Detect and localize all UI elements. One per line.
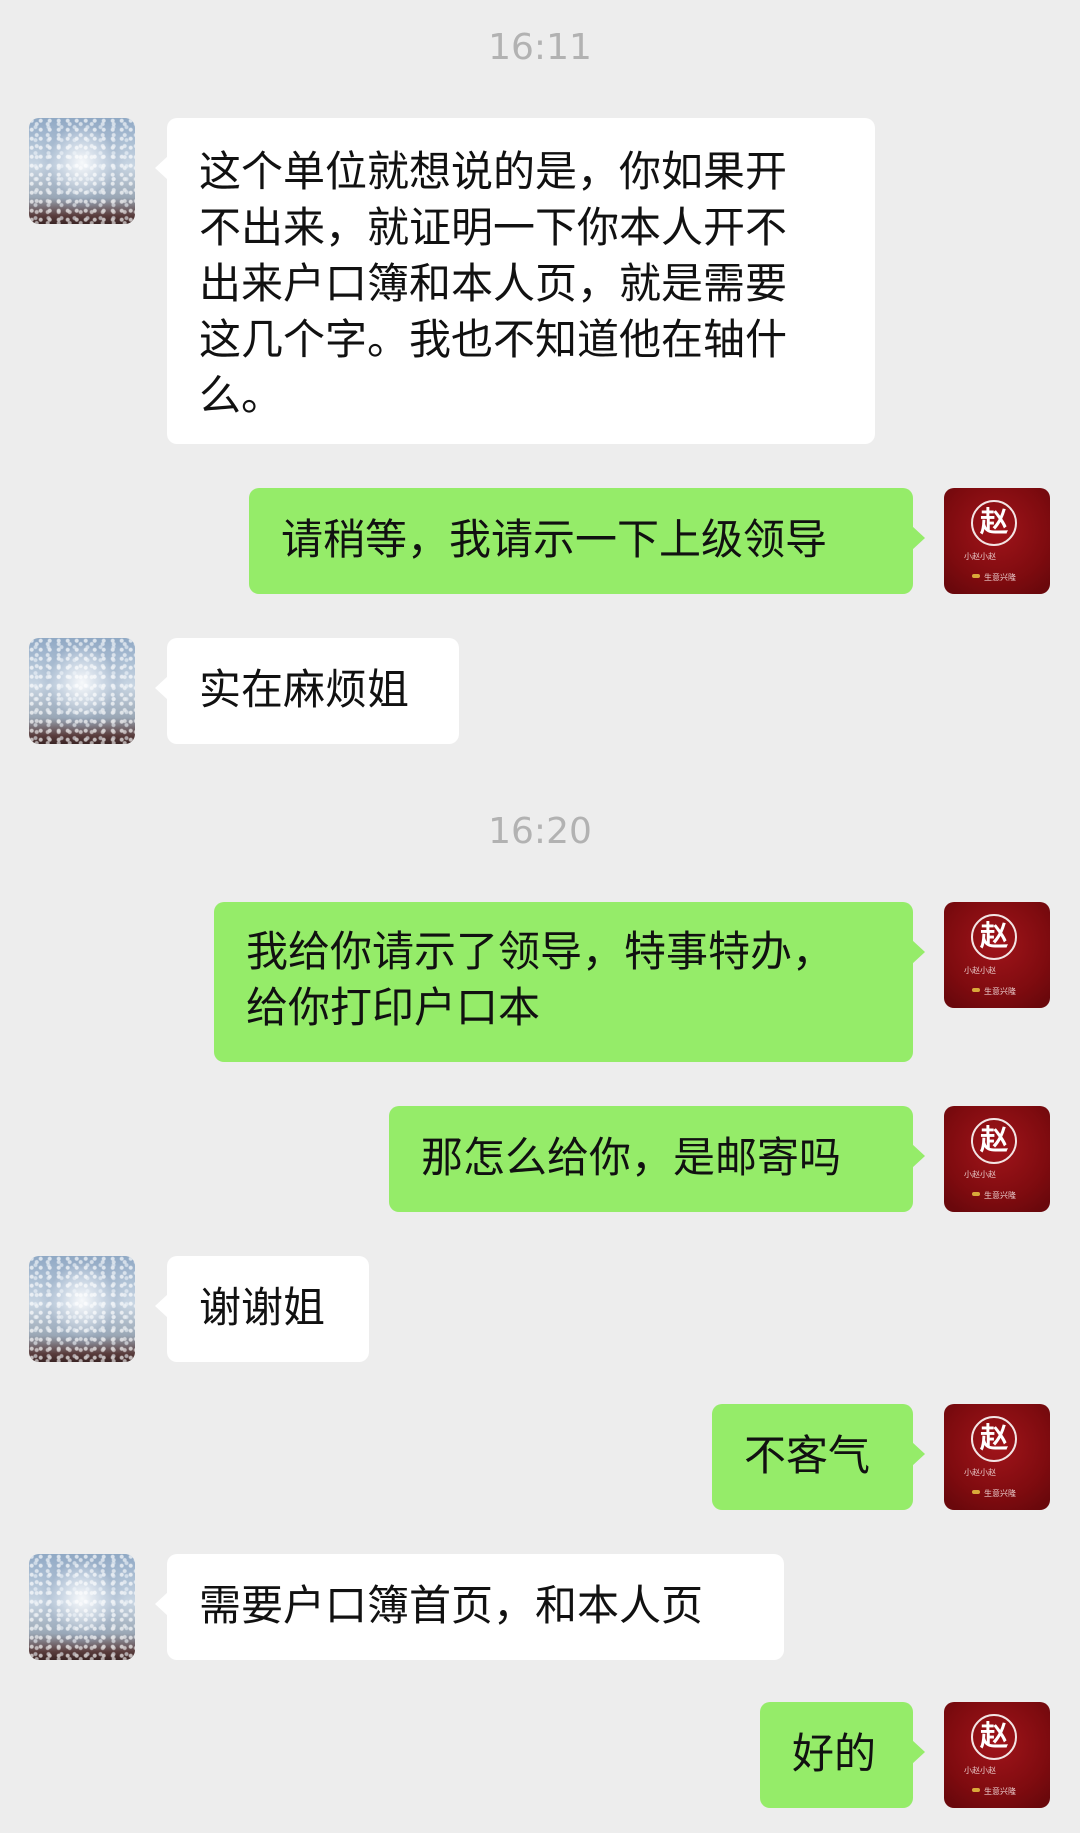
message-bubble-sent[interactable]: 我给你请示了领导，特事特办， 给你打印户口本 (214, 902, 925, 1062)
contact-avatar[interactable] (29, 1554, 135, 1660)
message-text: 请稍等，我请示一下上级领导 (281, 515, 828, 564)
message-text: 实在麻烦姐 (199, 665, 410, 714)
seal-character: 赵 (979, 1719, 1008, 1752)
seal-small-text: 小赵小赵 (964, 1468, 996, 1477)
contact-avatar[interactable] (29, 118, 135, 224)
message-bubble-received[interactable]: 需要户口簿首页，和本人页 (155, 1554, 784, 1660)
seal-character: 赵 (979, 919, 1008, 952)
message-text: 那怎么给你，是邮寄吗 (421, 1133, 842, 1182)
seal-small-text: 生意兴隆 (984, 573, 1016, 582)
message-bubble-sent[interactable]: 那怎么给你，是邮寄吗 (389, 1106, 925, 1212)
seal-small-text: 生意兴隆 (984, 1787, 1016, 1796)
seal-ornament-icon (972, 1490, 980, 1494)
seal-character: 赵 (979, 1123, 1008, 1156)
message-text: 不客气 (744, 1431, 871, 1480)
message-text: 我给你请示了领导，特事特办， 给你打印户口本 (246, 927, 835, 1032)
message-text: 好的 (792, 1729, 877, 1778)
contact-avatar[interactable] (29, 638, 135, 744)
seal-small-text: 生意兴隆 (984, 987, 1016, 996)
seal-character: 赵 (979, 1421, 1008, 1454)
my-avatar[interactable]: 赵 小赵小赵 生意兴隆 (944, 488, 1050, 594)
seal-small-text: 小赵小赵 (964, 1766, 996, 1775)
message-bubble-received[interactable]: 实在麻烦姐 (155, 638, 459, 744)
seal-small-text: 小赵小赵 (964, 552, 996, 561)
message-bubble-sent[interactable]: 不客气 (712, 1404, 925, 1510)
seal-ornament-icon (972, 988, 980, 992)
message-bubble-sent[interactable]: 好的 (760, 1702, 925, 1808)
seal-character: 赵 (979, 505, 1008, 538)
message-bubble-sent[interactable]: 请稍等，我请示一下上级领导 (249, 488, 925, 594)
message-text: 谢谢姐 (199, 1283, 326, 1332)
my-avatar[interactable]: 赵 小赵小赵 生意兴隆 (944, 902, 1050, 1008)
contact-avatar[interactable] (29, 1256, 135, 1362)
timestamp: 16:11 (488, 27, 592, 68)
seal-ornament-icon (972, 574, 980, 578)
seal-ornament-icon (972, 1788, 980, 1792)
message-bubble-received[interactable]: 这个单位就想说的是，你如果开 不出来，就证明一下你本人开不 出来户口簿和本人页，… (155, 118, 875, 444)
timestamp: 16:20 (488, 811, 592, 852)
my-avatar[interactable]: 赵 小赵小赵 生意兴隆 (944, 1106, 1050, 1212)
seal-small-text: 生意兴隆 (984, 1191, 1016, 1200)
seal-ornament-icon (972, 1192, 980, 1196)
my-avatar[interactable]: 赵 小赵小赵 生意兴隆 (944, 1404, 1050, 1510)
message-bubble-received[interactable]: 谢谢姐 (155, 1256, 369, 1362)
message-text: 需要户口簿首页，和本人页 (199, 1581, 704, 1630)
seal-small-text: 小赵小赵 (964, 966, 996, 975)
message-text: 这个单位就想说的是，你如果开 不出来，就证明一下你本人开不 出来户口簿和本人页，… (199, 147, 788, 420)
seal-small-text: 生意兴隆 (984, 1489, 1016, 1498)
seal-small-text: 小赵小赵 (964, 1170, 996, 1179)
my-avatar[interactable]: 赵 小赵小赵 生意兴隆 (944, 1702, 1050, 1808)
